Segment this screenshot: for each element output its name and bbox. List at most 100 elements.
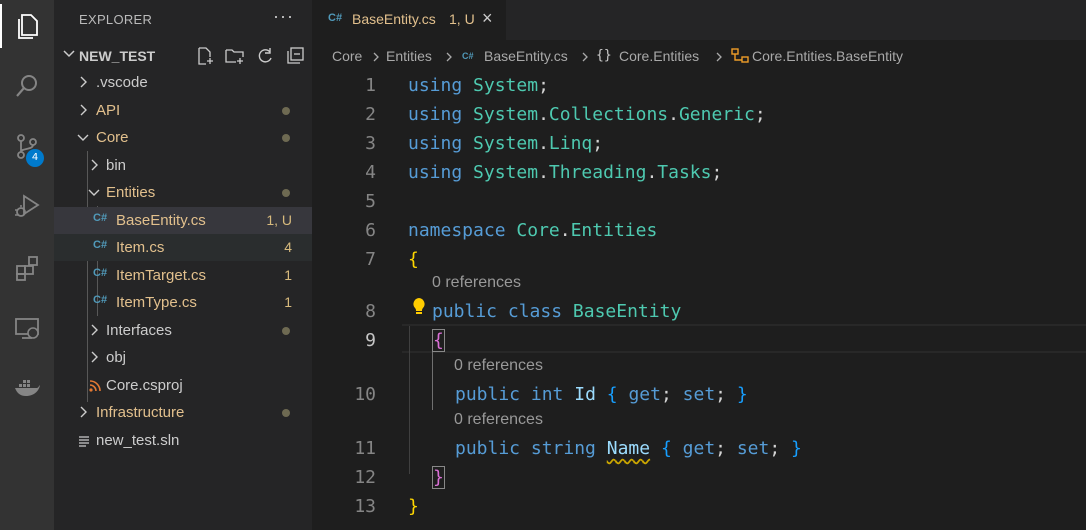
tree-item-core-csproj[interactable]: Core.csproj <box>54 372 312 399</box>
code-token: . <box>538 104 549 125</box>
tree-item-itemtype-cs[interactable]: C# ItemType.cs 1 <box>54 289 312 316</box>
close-icon[interactable]: × <box>482 8 493 29</box>
breadcrumb-item[interactable]: Entities <box>386 48 432 64</box>
code-token: { <box>660 438 672 459</box>
chevron-right-icon <box>80 406 87 418</box>
tab-baseentity-cs[interactable]: C# BaseEntity.cs 1, U × <box>312 0 506 40</box>
line-number: 11 <box>354 438 376 459</box>
docker-icon[interactable] <box>0 366 54 410</box>
tree-item-bin[interactable]: bin <box>54 152 312 179</box>
code-line[interactable]: 2 using System.Collections.Generic; <box>312 101 1086 130</box>
refresh-icon[interactable] <box>255 46 275 66</box>
rss-icon <box>89 380 101 392</box>
code-token: ; <box>715 438 737 459</box>
explorer-title: EXPLORER <box>79 12 153 27</box>
code-line[interactable]: 5 <box>312 188 1086 217</box>
code-token: { <box>432 329 445 352</box>
code-line[interactable]: 9{ <box>312 327 1086 356</box>
breadcrumb-item[interactable]: BaseEntity.cs <box>484 48 568 64</box>
line-number: 12 <box>354 467 376 488</box>
new-folder-icon[interactable] <box>225 46 245 66</box>
code-line[interactable]: 8 public class BaseEntity <box>312 298 1086 327</box>
lightbulb-icon[interactable] <box>410 296 428 316</box>
workspace-root[interactable]: NEW_TEST <box>54 42 312 69</box>
code-line[interactable]: 3 using System.Linq; <box>312 130 1086 159</box>
code-token: ; <box>592 133 604 154</box>
code-text: public string Name { get; set; } <box>455 438 802 459</box>
code-line[interactable]: 11 public string Name { get; set; } <box>312 435 1086 464</box>
breadcrumb-item[interactable]: Core <box>332 48 362 64</box>
code-editor[interactable]: 1 using System; 2 using System.Collections.… <box>312 72 1086 530</box>
code-line[interactable]: 1 using System; <box>312 72 1086 101</box>
code-line[interactable]: 10 public int Id { get; set; } <box>312 381 1086 410</box>
tree-item-itemtarget-cs[interactable]: C# ItemTarget.cs 1 <box>54 262 312 289</box>
code-token: ; <box>711 162 723 183</box>
chevron-right-icon <box>373 52 379 62</box>
chevron-down-icon <box>63 50 75 58</box>
csharp-file-icon: C# <box>93 267 108 279</box>
code-text: using System.Collections.Generic; <box>408 104 766 125</box>
breadcrumb-item[interactable]: Core.Entities.BaseEntity <box>752 48 903 64</box>
line-number: 2 <box>365 104 376 125</box>
code-token: System <box>473 133 539 154</box>
tree-item-new-test-sln[interactable]: new_test.sln <box>54 427 312 454</box>
tree-item-item-cs[interactable]: C# Item.cs 4 <box>54 234 312 261</box>
code-text: namespace Core.Entities <box>408 220 657 241</box>
codelens-references[interactable]: 0 references <box>454 357 543 375</box>
chevron-right-icon <box>582 52 588 62</box>
collapse-all-icon[interactable] <box>285 46 305 66</box>
tree-item-vscode[interactable]: .vscode <box>54 69 312 96</box>
line-number: 6 <box>365 220 376 241</box>
code-token: Threading <box>548 162 647 183</box>
tree-item-label: API <box>96 102 121 119</box>
codelens-references[interactable]: 0 references <box>432 274 521 292</box>
code-line[interactable]: 13} <box>312 493 1086 522</box>
remote-explorer-icon[interactable] <box>0 306 54 350</box>
code-line[interactable]: 12} <box>312 464 1086 493</box>
breadcrumb-item[interactable]: Core.Entities <box>619 48 699 64</box>
chevron-right-icon <box>80 76 87 88</box>
line-number: 13 <box>354 496 376 517</box>
modified-dot <box>282 134 290 142</box>
modified-dot <box>282 327 290 335</box>
code-token: } <box>736 384 748 405</box>
extensions-icon[interactable] <box>0 246 54 290</box>
new-file-icon[interactable] <box>195 46 215 66</box>
tree-item-baseentity-cs[interactable]: C# BaseEntity.cs 1, U <box>54 207 312 234</box>
tree-item-interfaces[interactable]: Interfaces <box>54 317 312 344</box>
tree-item-label: Core <box>96 129 129 146</box>
csharp-file-icon: C# <box>462 51 474 61</box>
workspace-root-label: NEW_TEST <box>79 48 156 64</box>
chevron-right-icon <box>716 52 722 62</box>
line-number: 5 <box>365 191 376 212</box>
code-token: . <box>668 104 679 125</box>
tree-item-core[interactable]: Core <box>54 124 312 151</box>
search-icon[interactable] <box>0 64 54 108</box>
git-status: 4 <box>284 239 292 255</box>
code-text: { <box>408 249 419 270</box>
more-actions-icon[interactable]: ··· <box>273 6 294 27</box>
tree-item-label: Core.csproj <box>106 377 183 394</box>
tab-label: BaseEntity.cs <box>352 11 436 27</box>
code-line[interactable]: 6 namespace Core.Entities <box>312 217 1086 246</box>
tree-item-api[interactable]: API <box>54 97 312 124</box>
tree-item-infrastructure[interactable]: Infrastructure <box>54 399 312 426</box>
tree-item-label: Infrastructure <box>96 404 185 421</box>
tab-status: 1, U <box>449 11 475 27</box>
code-token: . <box>646 162 658 183</box>
code-token: Tasks <box>657 162 712 183</box>
code-line[interactable]: 4 using System.Threading.Tasks; <box>312 159 1086 188</box>
tree-item-obj[interactable]: obj <box>54 344 312 371</box>
run-debug-icon[interactable] <box>0 184 54 228</box>
tree-item-entities[interactable]: Entities <box>54 179 312 206</box>
files-icon[interactable] <box>0 4 54 48</box>
code-token: using <box>408 133 463 154</box>
codelens-references[interactable]: 0 references <box>454 411 543 429</box>
explorer-sidebar: EXPLORER ··· NEW_TEST .vscode API Core b… <box>54 0 312 530</box>
code-line[interactable]: 7{ <box>312 246 1086 275</box>
code-token: } <box>408 496 419 517</box>
